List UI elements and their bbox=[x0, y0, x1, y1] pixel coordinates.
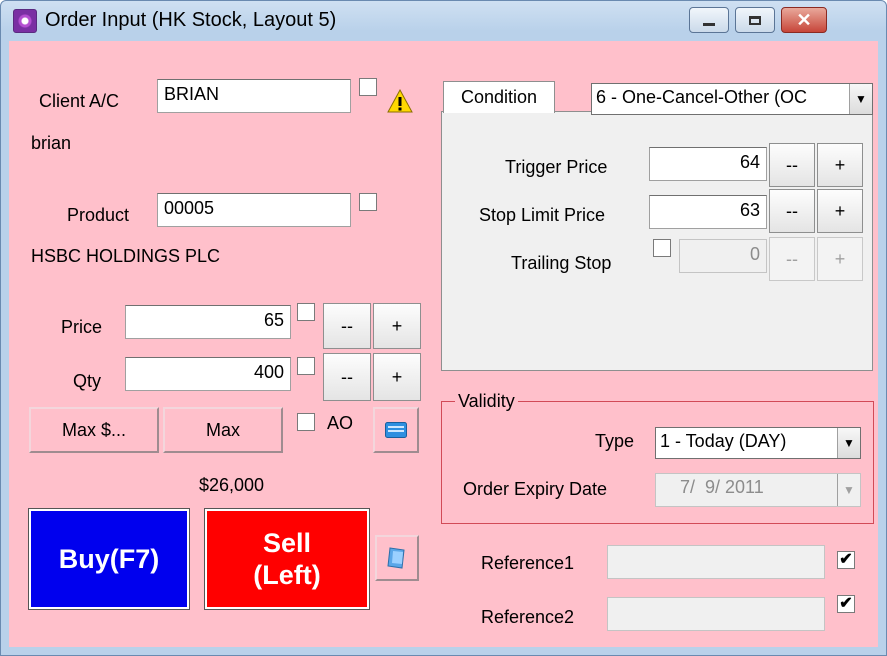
stop-limit-price-input[interactable]: 63 bbox=[649, 195, 767, 229]
reference2-input bbox=[607, 597, 825, 631]
product-name: HSBC HOLDINGS PLC bbox=[31, 246, 221, 266]
stop-limit-increment-button[interactable]: + bbox=[817, 189, 863, 233]
qty-checkbox[interactable] bbox=[297, 357, 315, 375]
order-amount: $26,000 bbox=[199, 475, 265, 495]
warning-triangle-icon bbox=[387, 89, 413, 113]
product-checkbox[interactable] bbox=[359, 193, 377, 211]
qty-input[interactable]: 400 bbox=[125, 357, 291, 391]
validity-type-select[interactable]: 1 - Today (DAY) ▼ bbox=[655, 427, 861, 459]
stop-limit-price-label: Stop Limit Price bbox=[479, 205, 606, 225]
notes-button[interactable] bbox=[375, 535, 419, 581]
chevron-down-icon: ▼ bbox=[837, 474, 860, 506]
condition-type-value: 6 - One-Cancel-Other (OC bbox=[596, 87, 808, 107]
trailing-stop-checkbox[interactable] bbox=[653, 239, 671, 257]
validity-type-value: 1 - Today (DAY) bbox=[660, 431, 787, 451]
close-icon: ✕ bbox=[796, 9, 812, 30]
validity-type-label: Type bbox=[595, 431, 635, 451]
minimize-icon bbox=[703, 22, 715, 26]
price-increment-button[interactable]: + bbox=[373, 303, 421, 349]
notes-icon bbox=[387, 547, 405, 569]
max-button[interactable]: Max bbox=[163, 407, 283, 453]
product-input[interactable]: 00005 bbox=[157, 193, 351, 227]
maximize-icon bbox=[749, 15, 761, 25]
keyboard-button[interactable] bbox=[373, 407, 419, 453]
trailing-stop-label: Trailing Stop bbox=[511, 253, 612, 273]
order-expiry-date-label: Order Expiry Date bbox=[463, 479, 608, 499]
client-account-input[interactable]: BRIAN bbox=[157, 79, 351, 113]
sell-button[interactable]: Sell (Left) bbox=[204, 508, 370, 610]
qty-decrement-button[interactable]: -- bbox=[323, 353, 371, 401]
reference2-label: Reference2 bbox=[481, 607, 575, 627]
order-form: Client A/C BRIAN brian Product 00005 HSB… bbox=[9, 41, 878, 647]
order-expiry-date-picker: 7/ 9/ 2011 ▼ bbox=[655, 473, 861, 507]
title-bar[interactable]: Order Input (HK Stock, Layout 5) ✕ bbox=[1, 1, 886, 39]
trailing-stop-input: 0 bbox=[679, 239, 767, 273]
close-button[interactable]: ✕ bbox=[781, 7, 827, 33]
price-label: Price bbox=[61, 317, 103, 337]
order-expiry-date-value: 7/ 9/ 2011 bbox=[680, 477, 764, 497]
trailing-stop-increment-button: + bbox=[817, 237, 863, 281]
stop-limit-decrement-button[interactable]: -- bbox=[769, 189, 815, 233]
order-input-window: Order Input (HK Stock, Layout 5) ✕ Clien… bbox=[0, 0, 887, 656]
app-icon bbox=[13, 9, 37, 33]
client-account-label: Client A/C bbox=[39, 91, 120, 111]
condition-type-select[interactable]: 6 - One-Cancel-Other (OC ▼ bbox=[591, 83, 873, 115]
trigger-price-increment-button[interactable]: + bbox=[817, 143, 863, 187]
keyboard-icon bbox=[385, 422, 407, 438]
chevron-down-icon: ▼ bbox=[849, 84, 872, 114]
reference1-checkbox[interactable]: ✔ bbox=[837, 551, 855, 569]
trigger-price-label: Trigger Price bbox=[505, 157, 608, 177]
qty-label: Qty bbox=[73, 371, 102, 391]
tab-condition[interactable]: Condition bbox=[443, 81, 555, 113]
ao-label: AO bbox=[327, 413, 354, 433]
sell-button-sublabel: (Left) bbox=[253, 560, 321, 590]
reference2-checkbox[interactable]: ✔ bbox=[837, 595, 855, 613]
price-checkbox[interactable] bbox=[297, 303, 315, 321]
maximize-button[interactable] bbox=[735, 7, 775, 33]
product-label: Product bbox=[67, 205, 130, 225]
chevron-down-icon: ▼ bbox=[837, 428, 860, 458]
max-amount-button[interactable]: Max $... bbox=[29, 407, 159, 453]
reference1-label: Reference1 bbox=[481, 553, 575, 573]
ao-checkbox[interactable] bbox=[297, 413, 315, 431]
buy-button[interactable]: Buy(F7) bbox=[28, 508, 190, 610]
trailing-stop-decrement-button: -- bbox=[769, 237, 815, 281]
trigger-price-input[interactable]: 64 bbox=[649, 147, 767, 181]
client-name: brian bbox=[31, 133, 72, 153]
reference1-input bbox=[607, 545, 825, 579]
sell-button-label: Sell bbox=[262, 528, 312, 558]
minimize-button[interactable] bbox=[689, 7, 729, 33]
price-decrement-button[interactable]: -- bbox=[323, 303, 371, 349]
price-input[interactable]: 65 bbox=[125, 305, 291, 339]
validity-legend: Validity bbox=[455, 391, 518, 412]
qty-increment-button[interactable]: + bbox=[373, 353, 421, 401]
client-account-checkbox[interactable] bbox=[359, 78, 377, 96]
trigger-price-decrement-button[interactable]: -- bbox=[769, 143, 815, 187]
window-title: Order Input (HK Stock, Layout 5) bbox=[45, 9, 337, 31]
